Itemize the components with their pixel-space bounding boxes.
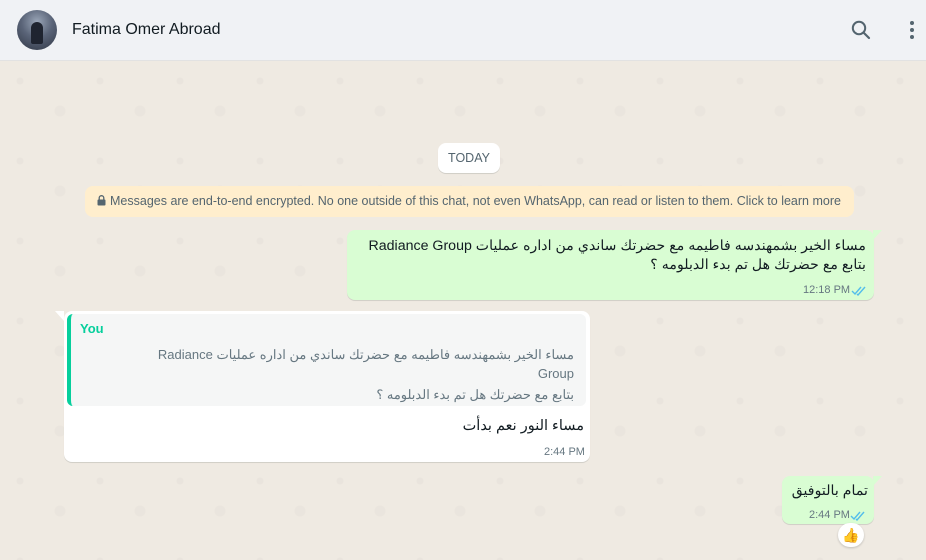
incoming-message[interactable]: You مساء الخير بشمهندسه فاطيمه مع حضرتك … [64,311,590,462]
bubble-tail [55,311,64,321]
bubble-tail [873,230,882,240]
quoted-author: You [80,321,104,336]
quoted-message[interactable]: You مساء الخير بشمهندسه فاطيمه مع حضرتك … [67,314,586,406]
lock-icon [97,195,106,206]
message-text: مساء الخير بشمهندسه فاطيمه مع حضرتك ساند… [356,237,866,275]
kebab-menu-icon[interactable] [900,18,924,42]
quoted-line: مساء الخير بشمهندسه فاطيمه مع حضرتك ساند… [157,347,574,362]
message-time: 12:18 PM [803,284,851,296]
double-check-icon [851,286,866,296]
contact-avatar[interactable] [17,10,57,50]
thumbs-up-reaction[interactable]: 👍 [838,523,864,547]
outgoing-message[interactable]: مساء الخير بشمهندسه فاطيمه مع حضرتك ساند… [347,230,874,300]
quoted-line: Group [537,366,574,381]
bubble-tail [873,476,882,486]
message-time: 2:44 PM [544,446,585,458]
contact-name[interactable]: Fatima Omer Abroad [72,21,221,39]
message-line: مساء الخير بشمهندسه فاطيمه مع حضرتك ساند… [368,238,866,254]
encryption-notice-text: Messages are end-to-end encrypted. No on… [110,194,841,208]
date-divider: TODAY [438,143,500,173]
outgoing-message[interactable]: تمام بالتوفيق 2:44 PM [782,476,874,524]
message-text: مساء النور نعم بدأت [462,418,584,434]
message-line: بتابع مع حضرتك هل تم بدء الدبلومه ؟ [650,257,866,273]
quoted-line: بتابع مع حضرتك هل تم بدء الدبلومه ؟ [376,387,574,402]
double-check-icon [850,511,865,521]
message-time: 2:44 PM [809,509,850,521]
search-icon[interactable] [849,18,873,42]
message-text: تمام بالتوفيق [791,483,868,499]
encryption-notice[interactable]: Messages are end-to-end encrypted. No on… [85,186,854,217]
chat-header: Fatima Omer Abroad [0,0,926,61]
